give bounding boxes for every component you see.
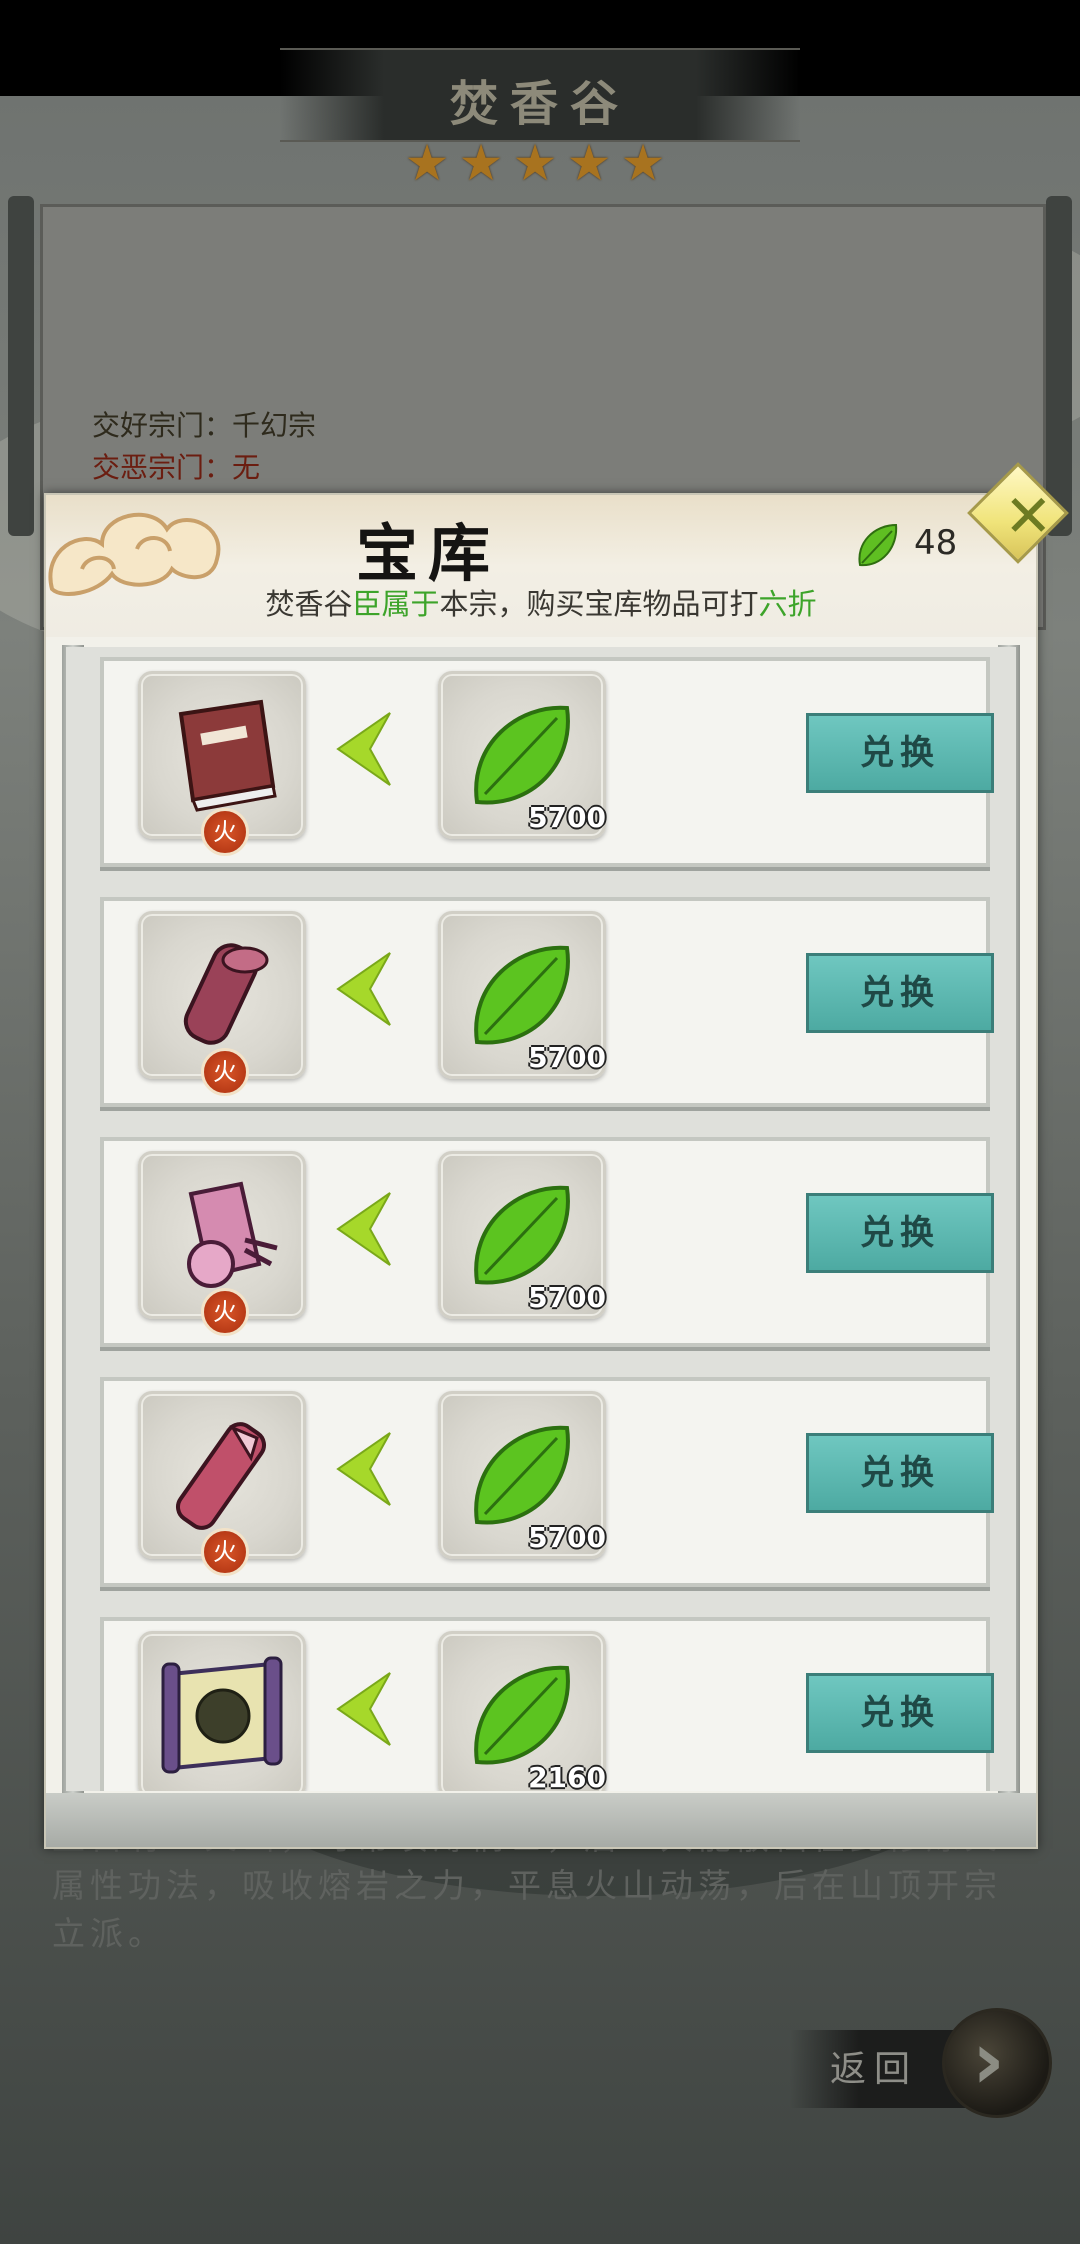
return-label[interactable]: 返回 <box>830 2040 918 2092</box>
treasury-modal: 宝库 48 焚香谷臣属于本宗，购买宝库物品可打六折 ✕ 火 5700 兑换 火 … <box>44 462 1069 1849</box>
exchange-button[interactable]: 兑换 <box>806 1193 994 1273</box>
list-item: 火 5700 兑换 <box>90 1367 994 1589</box>
sect-title: 焚香谷 <box>449 76 630 132</box>
close-x-icon[interactable]: ✕ <box>1004 483 1053 549</box>
list-item: 火 5700 兑换 <box>90 887 994 1109</box>
item-slot[interactable]: 火 <box>138 671 306 856</box>
sect-name-text: 焚香谷 <box>265 587 353 621</box>
cost-amount: 5700 <box>528 1281 606 1314</box>
vassal-text: 臣属于 <box>352 587 440 621</box>
item-slot[interactable] <box>138 1631 306 1791</box>
sect-rating: ★ ★ ★ ★ ★ <box>404 134 666 192</box>
notice-text: 本宗，购买宝库物品可打 <box>439 587 759 621</box>
exchange-button[interactable]: 兑换 <box>806 1433 994 1513</box>
treasury-header: 宝库 48 焚香谷臣属于本宗，购买宝库物品可打六折 <box>46 495 1036 637</box>
fire-element-badge: 火 <box>201 808 249 856</box>
item-slot[interactable]: 火 <box>138 911 306 1096</box>
scroll-rod-left <box>8 196 34 536</box>
list-item: 火 5700 兑换 <box>90 647 994 869</box>
cost-amount: 2160 <box>528 1761 606 1791</box>
hostile-sect-value: 无 <box>232 451 261 484</box>
treasury-title: 宝库 <box>356 517 501 590</box>
star-icon: ★ <box>458 134 504 192</box>
exchange-button[interactable]: 兑换 <box>806 953 994 1033</box>
friendly-sect-line: 交好宗门：千幻宗 <box>92 404 316 444</box>
list-item: 火 5700 兑换 <box>90 1127 994 1349</box>
fire-element-badge: 火 <box>201 1048 249 1096</box>
discount-notice: 焚香谷臣属于本宗，购买宝库物品可打六折 <box>46 581 1036 623</box>
cost-amount: 5700 <box>528 801 606 834</box>
cost-amount: 5700 <box>528 1041 606 1074</box>
star-icon: ★ <box>512 134 558 192</box>
treasury-item-list[interactable]: 火 5700 兑换 火 5700 兑换 火 5700 兑换 火 5700 兑换 … <box>66 647 1016 1791</box>
star-icon: ★ <box>566 134 612 192</box>
hostile-sect-label: 交恶宗门： <box>92 451 233 484</box>
arrow-left-icon <box>336 1672 391 1746</box>
hostile-sect-line: 交恶宗门：无 <box>92 446 260 486</box>
list-item: 2160 兑换 <box>90 1607 994 1791</box>
sect-title-banner: 焚香谷 <box>280 48 800 142</box>
arrow-left-icon <box>336 1192 391 1266</box>
arrow-left-icon <box>336 952 391 1026</box>
arrow-left-icon <box>336 1432 391 1506</box>
item-slot[interactable]: 火 <box>138 1151 306 1336</box>
fire-element-badge: 火 <box>201 1288 249 1336</box>
green-leaf-icon <box>858 523 898 567</box>
currency-count: 48 <box>914 523 958 563</box>
star-icon: ★ <box>620 134 666 192</box>
treasury-footer <box>46 1793 1036 1847</box>
friendly-sect-label: 交好宗门： <box>92 409 233 442</box>
item-slot[interactable]: 火 <box>138 1391 306 1576</box>
fire-element-badge: 火 <box>201 1528 249 1576</box>
star-icon: ★ <box>404 134 450 192</box>
arrow-left-icon <box>336 712 391 786</box>
chevron-right-icon[interactable]: › <box>972 2016 1005 2106</box>
parchment-scroll-icon <box>161 1656 283 1774</box>
friendly-sect-value: 千幻宗 <box>232 409 317 442</box>
exchange-button[interactable]: 兑换 <box>806 1673 994 1753</box>
cost-amount: 5700 <box>528 1521 606 1554</box>
discount-text: 六折 <box>758 587 817 621</box>
exchange-button[interactable]: 兑换 <box>806 713 994 793</box>
